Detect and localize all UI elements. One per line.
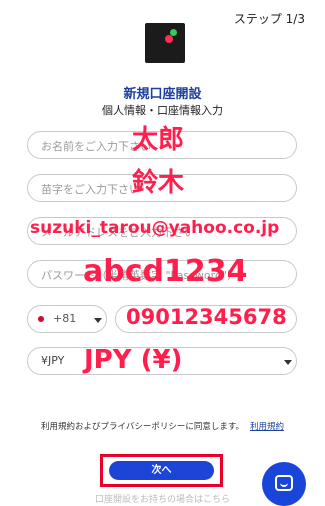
- currency-value: ¥JPY: [41, 354, 65, 367]
- logo-red-dot: [165, 35, 173, 43]
- phone-number-overlay: 09012345678: [126, 305, 287, 329]
- japan-flag-icon: [38, 316, 44, 322]
- chevron-down-icon: [284, 360, 292, 365]
- terms-text: 利用規約およびプライバシーポリシーに同意します。: [41, 422, 244, 432]
- next-button[interactable]: 次へ: [109, 461, 214, 480]
- page-subtitle: 個人情報・口座情報入力: [102, 104, 223, 117]
- terms-agreement: 利用規約およびプライバシーポリシーに同意します。 利用規約: [0, 420, 325, 432]
- page-title: 新規口座開設: [123, 87, 202, 102]
- next-button-highlight: 次へ: [100, 454, 223, 487]
- phone-country-code: +81: [53, 312, 77, 325]
- chevron-down-icon: [94, 318, 102, 323]
- last-name-placeholder: 苗字をご入力下さい: [41, 183, 140, 196]
- email-overlay: suzuki_tarou@yahoo.co.jp: [30, 218, 280, 238]
- password-overlay: abcd1234: [83, 254, 248, 289]
- terms-link[interactable]: 利用規約: [250, 422, 284, 432]
- phone-country-select[interactable]: +81: [27, 305, 107, 333]
- login-link-text[interactable]: 口座開設をお持ちの場合はこちら: [95, 492, 230, 505]
- chat-support-button[interactable]: [262, 462, 306, 506]
- currency-overlay: JPY (¥): [84, 345, 183, 375]
- first-name-overlay: 太郎: [132, 125, 185, 155]
- chat-icon: [275, 475, 293, 491]
- last-name-overlay: 鈴木: [132, 168, 185, 198]
- app-logo: [145, 23, 185, 63]
- step-indicator: ステップ 1/3: [233, 12, 305, 26]
